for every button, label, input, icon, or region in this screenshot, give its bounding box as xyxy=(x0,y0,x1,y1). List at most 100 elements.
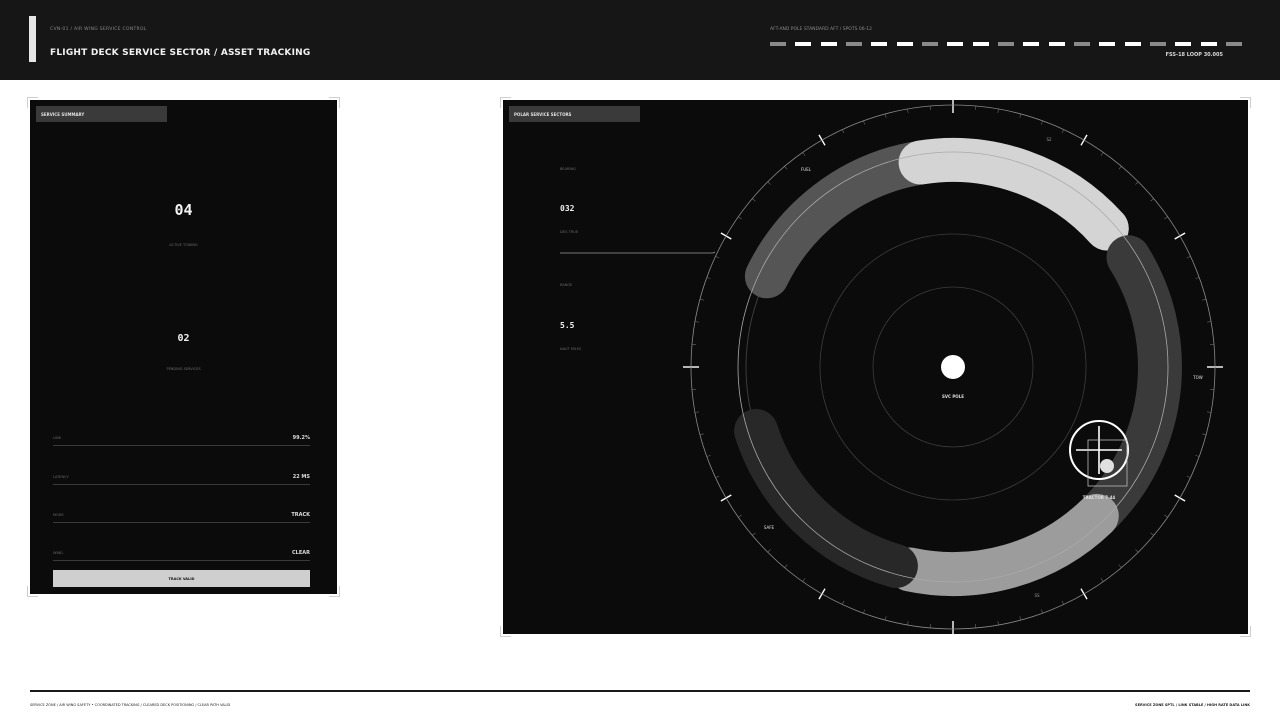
spot-indicator xyxy=(1124,42,1141,46)
compass-tick xyxy=(1207,411,1212,413)
compass-tick xyxy=(1164,514,1168,518)
compass-tick xyxy=(802,152,806,156)
compass-tick xyxy=(907,108,909,113)
compass-tick xyxy=(1061,600,1064,605)
spot-indicator xyxy=(1225,42,1242,46)
spot-indicator xyxy=(896,42,913,46)
compass-tick xyxy=(706,277,711,280)
stat-key: WIND xyxy=(53,551,63,555)
sector-arc-fuel xyxy=(744,141,936,299)
compass-tick xyxy=(784,166,788,170)
compass-tick xyxy=(1164,216,1168,220)
sector-label-s2: S2 xyxy=(1046,137,1052,142)
compass-tick xyxy=(1186,256,1191,259)
stat-key: LATENCY xyxy=(53,475,69,479)
sector-label-ss: SS xyxy=(1034,593,1040,598)
spot-indicator xyxy=(972,42,989,46)
stat-value: CLEAR xyxy=(292,550,310,556)
track-valid-label: TRACK VALID xyxy=(168,577,195,581)
active-label: ACTIVE TOWING xyxy=(169,243,198,247)
compass-tick xyxy=(1118,564,1122,568)
stat-value: 22 MS xyxy=(292,474,310,480)
spot-indicator xyxy=(795,42,812,46)
pending-count: 02 xyxy=(177,333,190,344)
spot-indicator xyxy=(947,42,964,46)
svc-pole-label: SVC POLE xyxy=(942,394,964,399)
spot-indicator xyxy=(1175,42,1192,46)
compass-tick xyxy=(694,321,699,323)
compass-tick xyxy=(1100,578,1104,582)
stat-value: 99.2% xyxy=(292,435,310,441)
leader-line-end xyxy=(712,251,716,254)
spot-indicator xyxy=(921,42,938,46)
compass-tick xyxy=(1040,609,1043,614)
compass-tick xyxy=(694,411,699,413)
compass-tick xyxy=(884,113,887,118)
compass-tick xyxy=(1135,181,1139,185)
stat-value: TRACK xyxy=(291,512,310,518)
spot-indicator xyxy=(1149,42,1166,46)
spot-indicator xyxy=(1200,42,1217,46)
track-valid-button[interactable]: TRACK VALID xyxy=(53,570,310,587)
sector-arc-ss xyxy=(888,493,1119,596)
stat-key: LINK xyxy=(53,436,61,440)
active-count: 04 xyxy=(174,201,193,219)
compass-tick xyxy=(1118,166,1122,170)
compass-tick xyxy=(1207,321,1212,323)
spot-indicator xyxy=(820,42,837,46)
stat-row-latency: LATENCY 22 MS xyxy=(53,474,310,485)
compass-tick xyxy=(1040,120,1043,125)
compass-tick xyxy=(997,621,999,626)
sector-label-fuel: FUEL xyxy=(801,167,812,172)
sector-arc-safe xyxy=(734,409,918,588)
compass-tick xyxy=(1135,549,1139,553)
spot-strip-label: AFT-AND POLE STANDARD AFT / SPOTS 06-12 xyxy=(770,27,872,32)
header-accent-bar xyxy=(29,16,36,62)
polar-plot: SVC POLE FUEL S2 TOW SAFE SS TRACTOR 7-4… xyxy=(560,100,1223,634)
spot-indicator xyxy=(845,42,862,46)
corner-bracket xyxy=(27,586,38,597)
compass-tick xyxy=(767,549,771,553)
compass-tick xyxy=(1150,532,1154,536)
compass-tick xyxy=(1186,475,1191,478)
svc-pole-dot xyxy=(941,355,965,379)
sector-label-safe: SAFE xyxy=(764,525,775,530)
compass-tick xyxy=(884,616,887,621)
compass-tick xyxy=(699,298,704,301)
compass-tick xyxy=(752,198,756,202)
compass-tick xyxy=(715,475,720,478)
compass-tick xyxy=(1202,298,1207,301)
compass-tick xyxy=(699,433,704,436)
compass-tick xyxy=(767,181,771,185)
spot-indicator xyxy=(871,42,888,46)
compass-tick xyxy=(1195,277,1200,280)
compass-tick xyxy=(715,256,720,259)
spot-indicator xyxy=(1099,42,1116,46)
header-subtitle: CVN-01 / AIR WING SERVICE CONTROL xyxy=(50,27,147,32)
footer-right-text: SERVICE ZONE SPTL / LINK STABLE / HIGH R… xyxy=(1135,703,1250,707)
top-header: CVN-01 / AIR WING SERVICE CONTROL FLIGHT… xyxy=(0,0,1280,80)
compass-tick xyxy=(1019,616,1022,621)
compass-tick xyxy=(1019,113,1022,118)
compass-tick xyxy=(997,108,999,113)
spot-indicator xyxy=(1073,42,1090,46)
compass-tick xyxy=(802,578,806,582)
loop-readout: FSS-18 LOOP 30.005 xyxy=(1165,52,1223,58)
compass-tick xyxy=(752,532,756,536)
compass-tick xyxy=(842,129,845,134)
stat-row-wind: WIND CLEAR xyxy=(53,550,310,561)
sector-label-tow: TOW xyxy=(1192,375,1203,380)
compass-tick xyxy=(907,621,909,626)
pending-label: PENDING SERVICES xyxy=(166,367,201,371)
spot-indicator xyxy=(1048,42,1065,46)
compass-tick xyxy=(863,120,866,125)
compass-tick xyxy=(738,216,742,220)
polar-sectors-panel: POLAR SERVICE SECTORS BEARING 032 DEG TR… xyxy=(500,97,1251,637)
target-asset-dot xyxy=(1100,459,1114,473)
compass-tick xyxy=(1061,129,1064,134)
sector-arc-tow xyxy=(1079,235,1182,533)
compass-tick xyxy=(738,514,742,518)
spot-indicator xyxy=(1023,42,1040,46)
spot-status-strip xyxy=(770,42,1242,46)
panel-tab-label: SERVICE SUMMARY xyxy=(41,112,85,117)
